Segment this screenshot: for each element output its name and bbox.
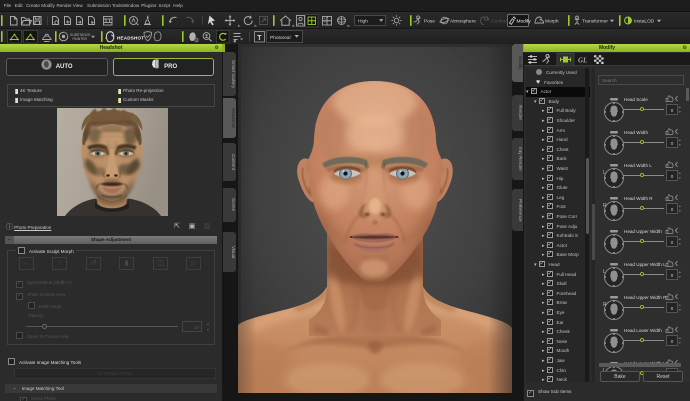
svg-text:GL: GL <box>578 57 587 65</box>
svg-text:Morph: Morph <box>545 19 559 25</box>
svg-text:Transformer: Transformer <box>582 19 608 25</box>
svg-text:PAINTER: PAINTER <box>73 37 88 41</box>
svg-text:T: T <box>257 35 262 42</box>
svg-text:Pose: Pose <box>424 19 435 25</box>
svg-text:L: L <box>603 269 606 275</box>
svg-text:Conform: Conform <box>491 19 509 25</box>
svg-text:L: L <box>603 170 606 176</box>
svg-text:Photoreal: Photoreal <box>270 35 291 41</box>
svg-text:R: R <box>603 203 607 209</box>
svg-text:Atmosphere: Atmosphere <box>450 19 476 25</box>
svg-text:High: High <box>358 19 368 25</box>
svg-text:R: R <box>603 302 607 308</box>
svg-text:HEADSHOT: HEADSHOT <box>117 35 144 40</box>
svg-text:InstaLOD: InstaLOD <box>634 19 655 25</box>
svg-text:Modify: Modify <box>517 19 532 25</box>
